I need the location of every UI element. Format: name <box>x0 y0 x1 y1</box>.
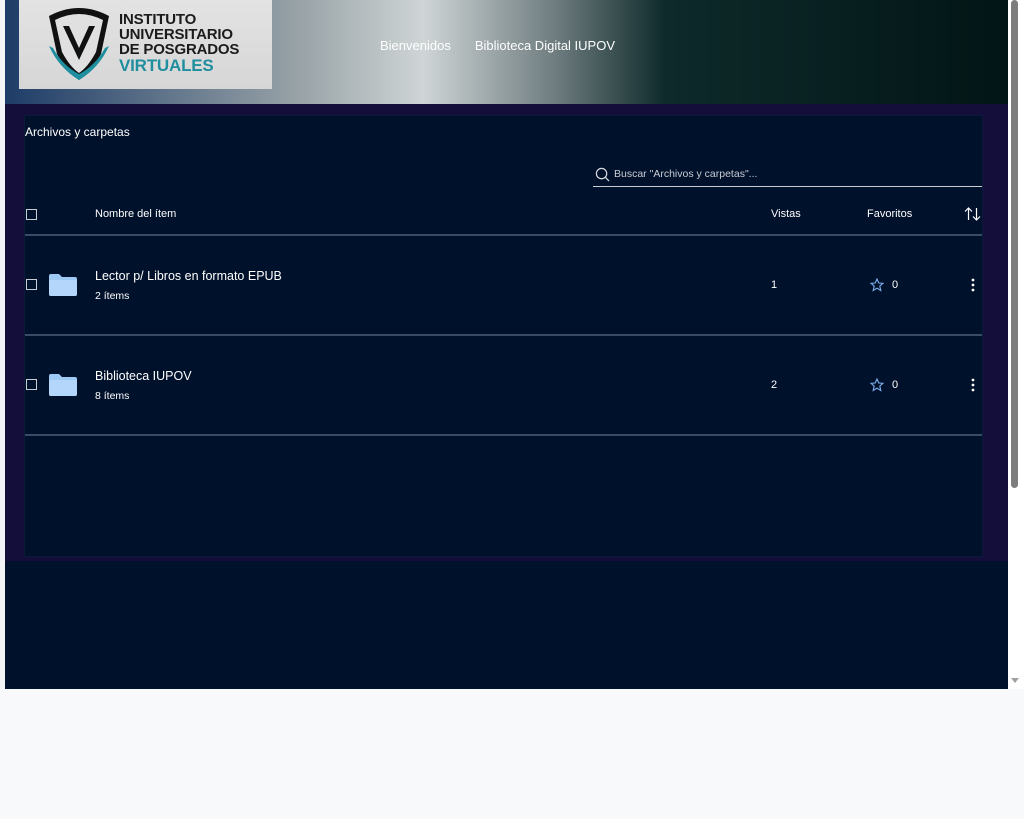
row-subtitle: 2 ítems <box>95 290 130 302</box>
panel-title: Archivos y carpetas <box>25 125 130 139</box>
nav-link-biblioteca[interactable]: Biblioteca Digital IUPOV <box>475 38 615 53</box>
row-favorites-count: 0 <box>892 279 899 291</box>
main-nav: Bienvenidos Biblioteca Digital IUPOV <box>380 38 615 53</box>
search-icon <box>595 167 610 181</box>
row-checkbox[interactable] <box>26 379 37 390</box>
kebab-menu-icon[interactable] <box>971 278 975 292</box>
logo-line-2: UNIVERSITARIO <box>119 26 233 43</box>
folder-icon <box>49 274 77 296</box>
column-header-views[interactable]: Vistas <box>771 208 801 220</box>
search-bar <box>593 162 982 187</box>
kebab-menu-icon[interactable] <box>971 378 975 392</box>
select-all-checkbox[interactable] <box>26 209 37 220</box>
logo-line-1: INSTITUTO <box>119 11 197 28</box>
row-favorites-count: 0 <box>892 379 899 391</box>
row-name[interactable]: Lector p/ Libros en formato EPUB <box>95 269 282 283</box>
left-edge-strip <box>0 0 5 689</box>
nav-link-bienvenidos[interactable]: Bienvenidos <box>380 38 451 53</box>
logo-wordmark: INSTITUTO UNIVERSITARIO DE POSGRADOS VIR… <box>119 12 239 75</box>
folder-icon <box>49 374 77 396</box>
row-checkbox[interactable] <box>26 279 37 290</box>
table-row[interactable]: Biblioteca IUPOV 8 ítems 2 0 <box>25 336 982 434</box>
logo-line-3: DE POSGRADOS <box>119 41 240 58</box>
star-icon[interactable] <box>870 378 884 392</box>
site-logo[interactable]: INSTITUTO UNIVERSITARIO DE POSGRADOS VIR… <box>19 0 272 89</box>
table-row[interactable]: Lector p/ Libros en formato EPUB 2 ítems… <box>25 236 982 334</box>
files-panel: Archivos y carpetas Nombre del ítem Vist… <box>25 116 982 556</box>
page-viewport: INSTITUTO UNIVERSITARIO DE POSGRADOS VIR… <box>0 0 1008 689</box>
row-name[interactable]: Biblioteca IUPOV <box>95 369 192 383</box>
row-views: 2 <box>771 379 778 391</box>
row-subtitle: 8 ítems <box>95 390 130 402</box>
row-views: 1 <box>771 279 778 291</box>
search-input[interactable] <box>614 168 982 180</box>
scroll-down-arrow-icon[interactable] <box>1011 678 1019 683</box>
star-icon[interactable] <box>870 278 884 292</box>
row-divider <box>25 434 982 436</box>
scrollbar-thumb[interactable] <box>1011 0 1018 488</box>
site-header: INSTITUTO UNIVERSITARIO DE POSGRADOS VIR… <box>0 0 1008 105</box>
header-bottom-band <box>0 104 1008 116</box>
column-header-favorites[interactable]: Favoritos <box>867 208 912 220</box>
column-header-name[interactable]: Nombre del ítem <box>95 208 176 220</box>
logo-line-4: VIRTUALES <box>119 56 214 75</box>
sort-icon[interactable] <box>964 207 981 221</box>
shield-logo-icon <box>49 8 109 80</box>
